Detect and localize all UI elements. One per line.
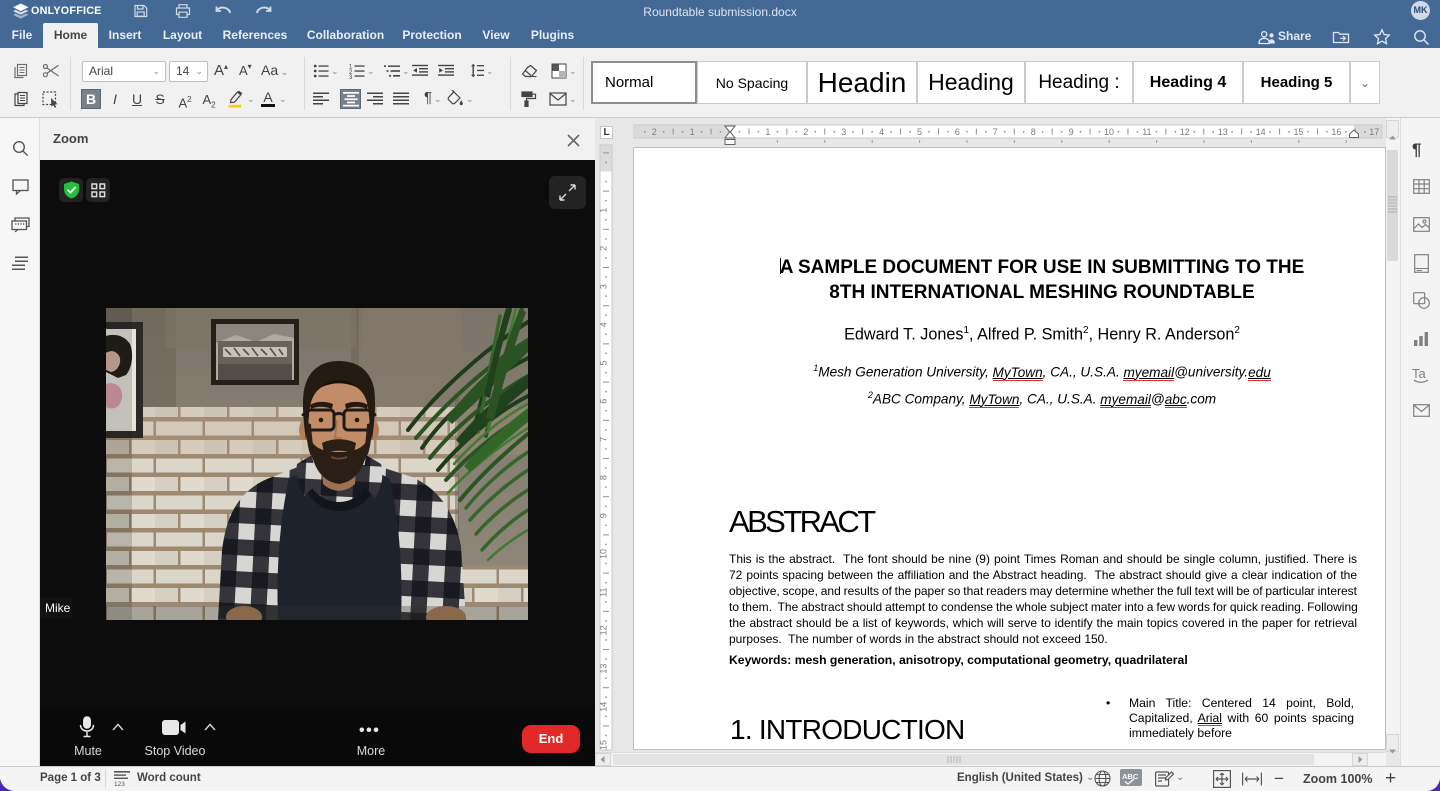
svg-text:13: 13: [599, 664, 609, 674]
svg-text:14: 14: [1256, 127, 1266, 137]
svg-text:12: 12: [599, 625, 609, 635]
svg-text:1: 1: [599, 208, 609, 213]
svg-text:11: 11: [1142, 127, 1151, 137]
svg-text:10: 10: [599, 549, 609, 559]
svg-text:4: 4: [599, 322, 609, 327]
svg-text:17: 17: [1369, 127, 1379, 137]
svg-text:7: 7: [599, 437, 609, 442]
svg-text:14: 14: [599, 702, 609, 712]
svg-text:5: 5: [599, 360, 609, 365]
svg-text:8: 8: [1031, 127, 1036, 137]
svg-text:2: 2: [652, 127, 657, 137]
svg-text:123: 123: [114, 781, 125, 786]
svg-text:1: 1: [765, 127, 770, 137]
svg-text:11: 11: [599, 588, 609, 597]
svg-text:ABC: ABC: [1122, 772, 1139, 781]
svg-text:2: 2: [803, 127, 808, 137]
svg-text:3: 3: [599, 284, 609, 289]
svg-text:6: 6: [599, 399, 609, 404]
svg-text:Ta: Ta: [1412, 366, 1427, 381]
svg-text:5: 5: [917, 127, 922, 137]
svg-text:9: 9: [599, 513, 609, 518]
svg-text:8: 8: [599, 475, 609, 480]
svg-text:15: 15: [599, 740, 609, 750]
svg-text:3: 3: [841, 127, 846, 137]
svg-text:13: 13: [1218, 127, 1228, 137]
svg-text:12: 12: [1180, 127, 1190, 137]
svg-text:15: 15: [1293, 127, 1303, 137]
svg-text:7: 7: [993, 127, 998, 137]
svg-text:2: 2: [599, 246, 609, 251]
svg-text:16: 16: [1331, 127, 1341, 137]
svg-text:3: 3: [349, 75, 353, 79]
svg-text:6: 6: [955, 127, 960, 137]
svg-text:9: 9: [1069, 127, 1074, 137]
svg-text:4: 4: [879, 127, 884, 137]
svg-text:10: 10: [1104, 127, 1114, 137]
svg-text:1: 1: [690, 127, 695, 137]
